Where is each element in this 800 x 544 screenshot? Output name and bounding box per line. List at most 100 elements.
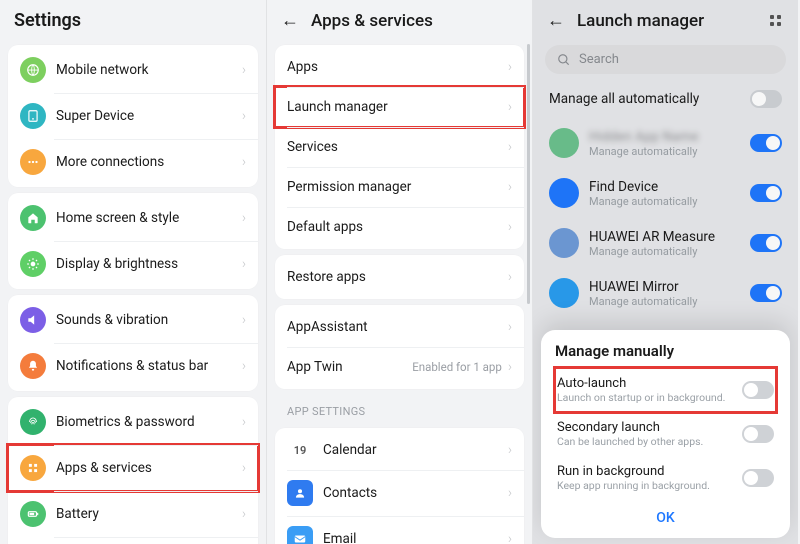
chevron-right-icon: › xyxy=(242,108,246,124)
grid-icon xyxy=(20,455,46,481)
ok-button[interactable]: OK xyxy=(555,500,776,530)
sheet-row-title: Run in background xyxy=(557,464,742,479)
sheet-row-secondary-launch[interactable]: Secondary launchCan be launched by other… xyxy=(555,412,776,456)
contacts-icon xyxy=(287,480,313,506)
chevron-right-icon: › xyxy=(508,531,512,544)
chevron-right-icon: › xyxy=(242,358,246,374)
chevron-right-icon: › xyxy=(242,414,246,430)
sheet-row-sub: Keep app running in background. xyxy=(557,479,742,492)
chevron-right-icon: › xyxy=(242,154,246,170)
chevron-right-icon: › xyxy=(508,59,512,75)
chevron-right-icon: › xyxy=(242,256,246,272)
settings-item-display-brightness[interactable]: Display & brightness› xyxy=(8,241,258,287)
settings-item-label: Sounds & vibration xyxy=(56,312,242,328)
sheet-row-auto-launch[interactable]: Auto-launchLaunch on startup or in backg… xyxy=(555,368,776,412)
launch-manager-panel: ← Launch manager Search Manage all autom… xyxy=(532,0,798,544)
settings-item-biometrics-password[interactable]: Biometrics & password› xyxy=(8,399,258,445)
chevron-right-icon: › xyxy=(508,359,512,375)
dots-icon xyxy=(20,149,46,175)
manage-manually-sheet: Manage manually Auto-launchLaunch on sta… xyxy=(541,330,790,538)
list-item-launch-manager[interactable]: Launch manager› xyxy=(275,87,524,127)
settings-group: Biometrics & password›Apps & services›Ba… xyxy=(8,397,258,544)
settings-item-apps-services[interactable]: Apps & services› xyxy=(8,445,258,491)
app-item-label: Email xyxy=(323,531,508,544)
sun-icon xyxy=(20,251,46,277)
sheet-title: Manage manually xyxy=(555,342,776,360)
settings-item-label: Display & brightness xyxy=(56,256,242,272)
list-item-label: Launch manager xyxy=(287,99,508,115)
app-list-group: 19Calendar›Contacts›Email› xyxy=(275,428,524,544)
list-item-label: Default apps xyxy=(287,219,508,235)
list-item-app-twin[interactable]: App TwinEnabled for 1 app › xyxy=(275,347,524,387)
list-item-label: Services xyxy=(287,139,508,155)
home-icon xyxy=(20,205,46,231)
list-item-apps[interactable]: Apps› xyxy=(275,47,524,87)
chevron-right-icon: › xyxy=(242,62,246,78)
listing-group: Apps›Launch manager›Services›Permission … xyxy=(275,45,524,249)
listing-group: Restore apps› xyxy=(275,255,524,299)
apps-services-header: ← Apps & services xyxy=(267,0,532,39)
settings-item-label: Battery xyxy=(56,506,242,522)
settings-item-label: Super Device xyxy=(56,108,242,124)
scrollbar[interactable] xyxy=(527,44,530,304)
settings-item-super-device[interactable]: Super Device› xyxy=(8,93,258,139)
app-item-calendar[interactable]: 19Calendar› xyxy=(275,430,524,470)
settings-item-label: More connections xyxy=(56,154,242,170)
settings-item-more-connections[interactable]: More connections› xyxy=(8,139,258,185)
list-item-label: AppAssistant xyxy=(287,319,508,335)
sheet-toggle[interactable] xyxy=(742,381,774,399)
list-item-services[interactable]: Services› xyxy=(275,127,524,167)
settings-item-label: Home screen & style xyxy=(56,210,242,226)
list-item-label: Restore apps xyxy=(287,269,508,285)
sheet-row-title: Secondary launch xyxy=(557,420,742,435)
chevron-right-icon: › xyxy=(242,312,246,328)
sound-icon xyxy=(20,307,46,333)
chevron-right-icon: › xyxy=(242,460,246,476)
settings-item-notifications-status-bar[interactable]: Notifications & status bar› xyxy=(8,343,258,389)
settings-panel: Settings Mobile network›Super Device›Mor… xyxy=(0,0,266,544)
settings-item-home-screen-style[interactable]: Home screen & style› xyxy=(8,195,258,241)
list-item-permission-manager[interactable]: Permission manager› xyxy=(275,167,524,207)
sheet-toggle[interactable] xyxy=(742,425,774,443)
app-item-contacts[interactable]: Contacts› xyxy=(275,470,524,516)
chevron-right-icon: › xyxy=(242,210,246,226)
device-icon xyxy=(20,103,46,129)
app-item-label: Contacts xyxy=(323,485,508,501)
settings-item-label: Biometrics & password xyxy=(56,414,242,430)
list-item-default-apps[interactable]: Default apps› xyxy=(275,207,524,247)
sheet-row-sub: Can be launched by other apps. xyxy=(557,435,742,448)
apps-services-panel: ← Apps & services Apps›Launch manager›Se… xyxy=(266,0,532,544)
calendar-day-icon: 19 xyxy=(287,444,313,457)
chevron-right-icon: › xyxy=(508,485,512,501)
list-item-trail: Enabled for 1 app xyxy=(412,360,502,374)
settings-item-sounds-vibration[interactable]: Sounds & vibration› xyxy=(8,297,258,343)
sheet-toggle[interactable] xyxy=(742,469,774,487)
list-item-label: Permission manager xyxy=(287,179,508,195)
settings-item-label: Apps & services xyxy=(56,460,242,476)
chevron-right-icon: › xyxy=(508,219,512,235)
settings-item-label: Mobile network xyxy=(56,62,242,78)
settings-item-battery[interactable]: Battery› xyxy=(8,491,258,537)
settings-header: Settings xyxy=(0,0,266,39)
apps-services-title: Apps & services xyxy=(311,11,433,31)
back-icon[interactable]: ← xyxy=(281,10,299,31)
bell-icon xyxy=(20,353,46,379)
sheet-row-run-in-background[interactable]: Run in backgroundKeep app running in bac… xyxy=(555,456,776,500)
chevron-right-icon: › xyxy=(242,506,246,522)
list-item-appassistant[interactable]: AppAssistant› xyxy=(275,307,524,347)
chevron-right-icon: › xyxy=(508,139,512,155)
chevron-right-icon: › xyxy=(508,179,512,195)
chevron-right-icon: › xyxy=(508,319,512,335)
settings-item-storage[interactable]: Storage› xyxy=(8,537,258,544)
app-item-email[interactable]: Email› xyxy=(275,516,524,544)
settings-group: Home screen & style›Display & brightness… xyxy=(8,193,258,289)
sheet-row-title: Auto-launch xyxy=(557,376,742,391)
chevron-right-icon: › xyxy=(508,99,512,115)
list-item-restore-apps[interactable]: Restore apps› xyxy=(275,257,524,297)
settings-item-label: Notifications & status bar xyxy=(56,358,242,374)
list-item-label: Apps xyxy=(287,59,508,75)
battery-icon xyxy=(20,501,46,527)
list-item-label: App Twin xyxy=(287,359,412,375)
settings-item-mobile-network[interactable]: Mobile network› xyxy=(8,47,258,93)
fingerprint-icon xyxy=(20,409,46,435)
